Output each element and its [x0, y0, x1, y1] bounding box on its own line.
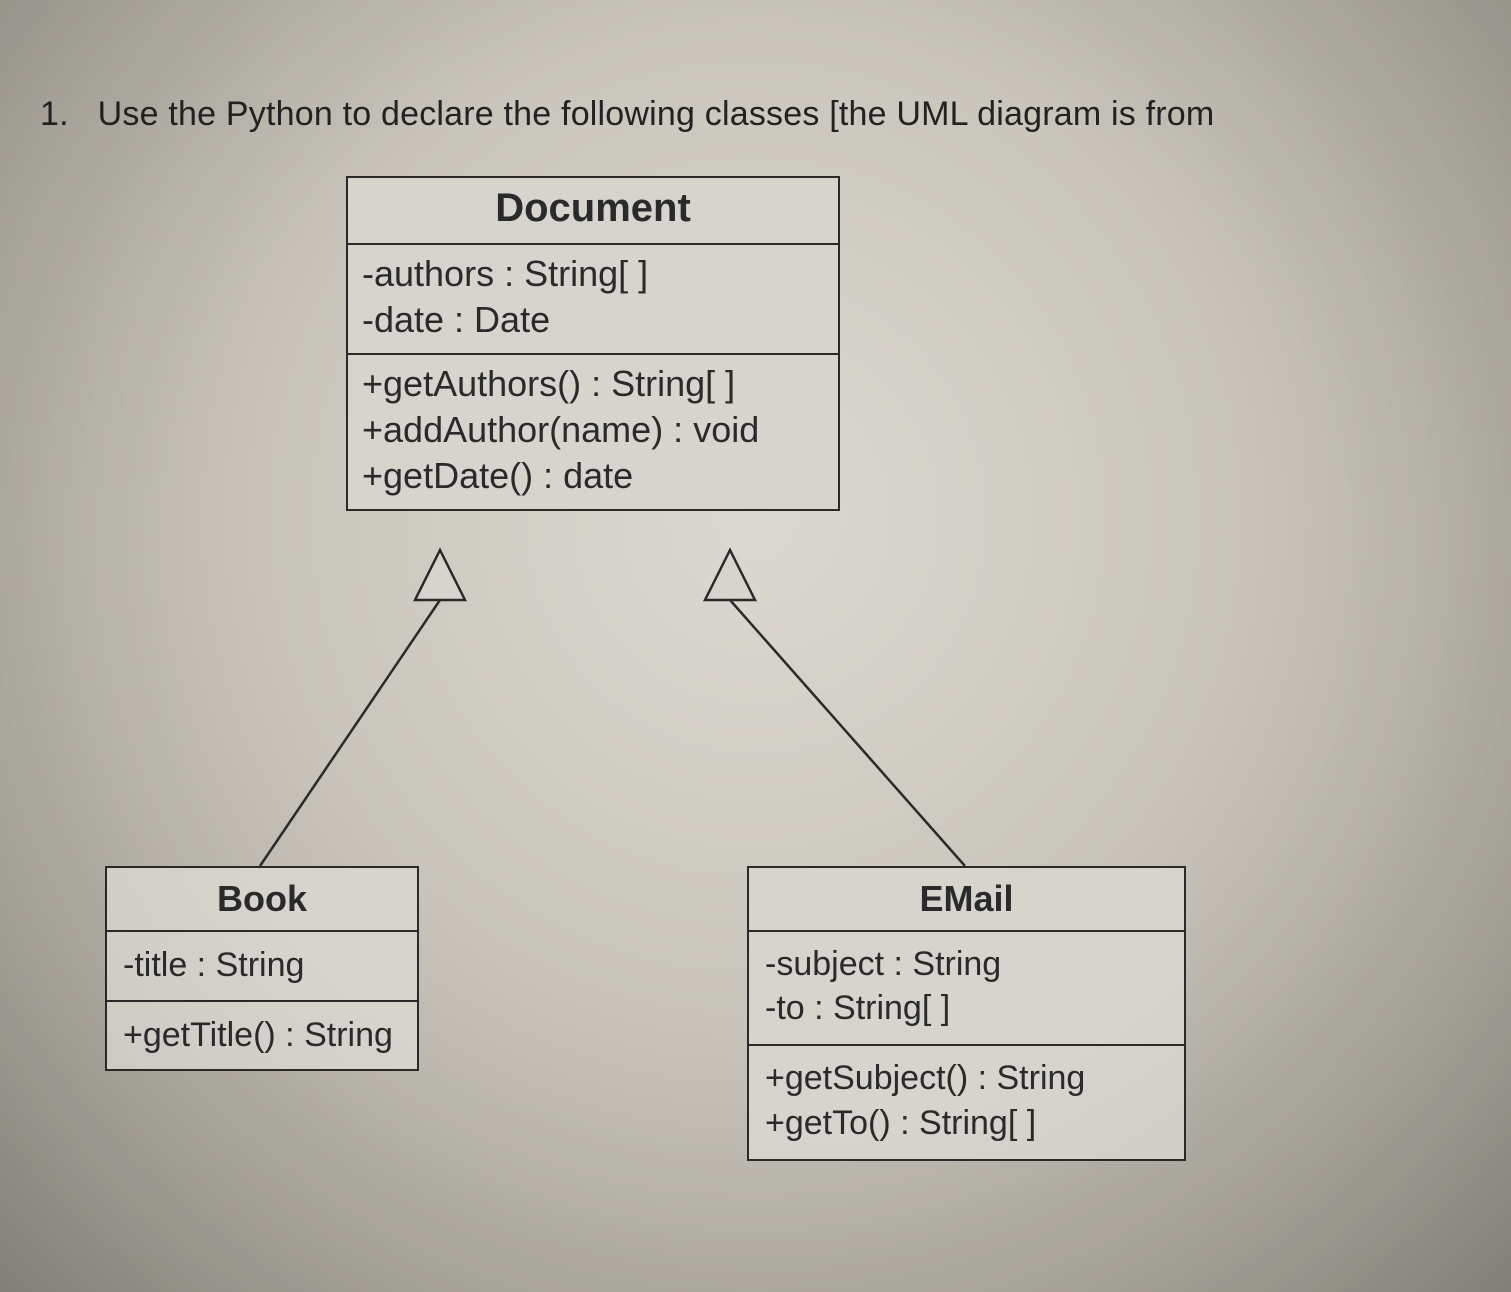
- generalization-arrow-icon: [705, 550, 755, 600]
- uml-class-book: Book -title : String +getTitle() : Strin…: [105, 866, 419, 1071]
- uml-class-document: Document -authors : String[ ] -date : Da…: [346, 176, 840, 511]
- page: 1. Use the Python to declare the followi…: [0, 0, 1511, 1292]
- attr-line: -authors : String[ ]: [362, 251, 824, 297]
- method-line: +getTo() : String[ ]: [765, 1101, 1168, 1145]
- connector-line: [730, 600, 965, 866]
- attributes-book: -title : String: [107, 932, 417, 1002]
- attr-line: -to : String[ ]: [765, 986, 1168, 1030]
- question-prompt: 1. Use the Python to declare the followi…: [40, 95, 1214, 134]
- class-name-document: Document: [348, 178, 838, 245]
- methods-document: +getAuthors() : String[ ] +addAuthor(nam…: [348, 355, 838, 509]
- question-number: 1.: [40, 95, 88, 134]
- methods-email: +getSubject() : String +getTo() : String…: [749, 1046, 1184, 1158]
- attributes-document: -authors : String[ ] -date : Date: [348, 245, 838, 355]
- method-line: +getDate() : date: [362, 453, 824, 499]
- attr-line: -subject : String: [765, 942, 1168, 986]
- methods-book: +getTitle() : String: [107, 1002, 417, 1070]
- class-name-email: EMail: [749, 868, 1184, 932]
- attributes-email: -subject : String -to : String[ ]: [749, 932, 1184, 1046]
- generalization-arrow-icon: [415, 550, 465, 600]
- attr-line: -date : Date: [362, 297, 824, 343]
- method-line: +getAuthors() : String[ ]: [362, 361, 824, 407]
- connector-line: [260, 600, 440, 866]
- attr-line: -title : String: [123, 944, 401, 988]
- question-text: Use the Python to declare the following …: [98, 95, 1215, 133]
- method-line: +getTitle() : String: [123, 1014, 401, 1058]
- method-line: +addAuthor(name) : void: [362, 407, 824, 453]
- method-line: +getSubject() : String: [765, 1056, 1168, 1100]
- uml-class-email: EMail -subject : String -to : String[ ] …: [747, 866, 1186, 1161]
- class-name-book: Book: [107, 868, 417, 932]
